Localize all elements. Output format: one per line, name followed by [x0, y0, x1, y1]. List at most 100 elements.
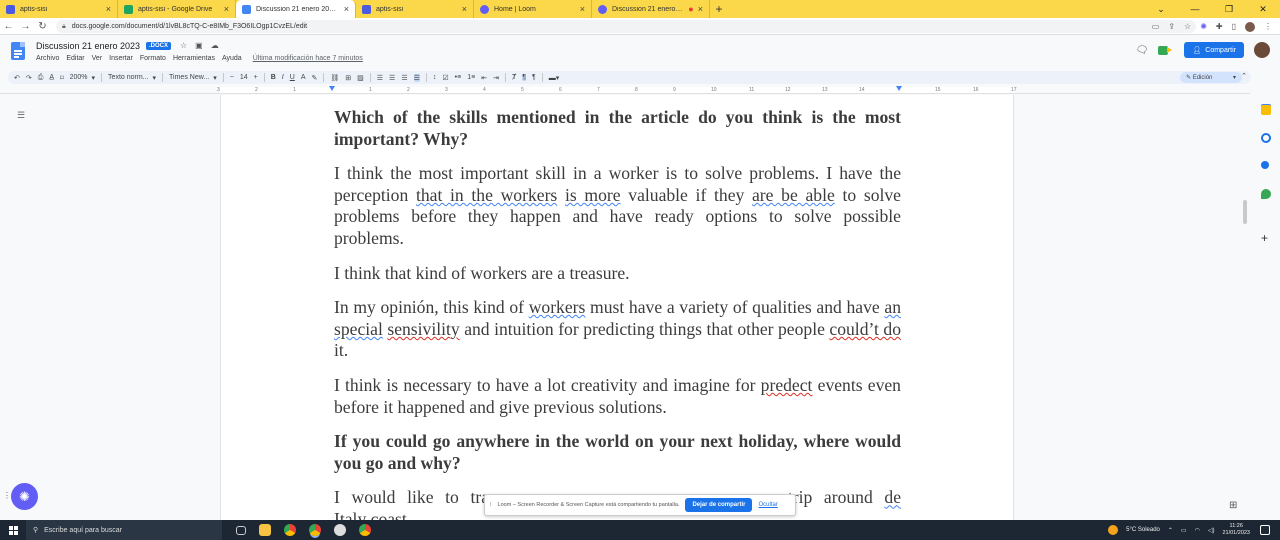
align-justify-icon[interactable]: ☰ [413, 73, 420, 82]
spelling-error[interactable]: could’t do [829, 319, 901, 339]
app-icon[interactable] [334, 524, 346, 536]
decrease-size-icon[interactable]: − [230, 74, 234, 81]
notification-icon[interactable] [1260, 525, 1270, 535]
star-icon[interactable]: ☆ [180, 41, 187, 50]
grammar-suggestion[interactable]: is more [565, 185, 621, 205]
input-tools-icon[interactable]: ▬▾ [549, 74, 560, 82]
checklist-icon[interactable]: ☑ [442, 74, 448, 82]
grammar-suggestion[interactable]: are be able [752, 185, 835, 205]
drag-handle-icon[interactable]: ⁞ [490, 502, 492, 508]
document-page[interactable]: Which of the skills mentioned in the art… [220, 95, 1014, 520]
close-icon[interactable]: × [698, 4, 703, 14]
decrease-indent-icon[interactable]: ⇤ [481, 74, 487, 82]
url-input[interactable]: 🔒︎ docs.google.com/document/d/1lvBL8cTQ-… [56, 20, 1196, 33]
italic-icon[interactable]: I [282, 74, 284, 81]
star-icon[interactable]: ☆ [1184, 22, 1191, 31]
align-right-icon[interactable]: ☰ [401, 74, 407, 82]
spelling-error[interactable]: predect [761, 375, 813, 395]
font-select[interactable]: Times New... ▾ [169, 74, 217, 82]
hide-banner-link[interactable]: Ocultar [758, 502, 777, 508]
spellcheck-icon[interactable]: A̲ [49, 74, 54, 81]
explore-icon[interactable]: ⊞ [1229, 500, 1241, 512]
contacts-icon[interactable] [1261, 161, 1269, 169]
document-outline-icon[interactable]: ☰ [17, 110, 25, 121]
close-icon[interactable]: × [106, 4, 111, 14]
grammar-suggestion[interactable]: that in the workers [416, 185, 557, 205]
profile-avatar[interactable] [1245, 21, 1255, 32]
clock[interactable]: 11:26 21/01/2023 [1222, 523, 1250, 537]
undo-icon[interactable]: ↶ [14, 74, 20, 82]
sidepanel-icon[interactable]: ▯ [1232, 22, 1236, 31]
network-icon[interactable]: ▭ [1181, 527, 1187, 534]
bold-icon[interactable]: B [271, 74, 276, 81]
add-comment-icon[interactable]: ⊞ [345, 74, 351, 82]
menu-editar[interactable]: Editar [66, 55, 84, 62]
extension-icon[interactable]: ✺ [1200, 22, 1207, 31]
print-icon[interactable]: ⎙ [38, 74, 44, 82]
start-button[interactable] [0, 525, 26, 535]
reload-icon[interactable]: ↻ [34, 21, 51, 32]
close-icon[interactable]: × [462, 4, 467, 14]
chevron-down-icon[interactable]: ⌄ [1144, 0, 1178, 18]
document-body[interactable]: Which of the skills mentioned in the art… [334, 107, 901, 520]
menu-ayuda[interactable]: Ayuda [222, 55, 242, 62]
task-view-icon[interactable] [236, 525, 246, 535]
add-addon-icon[interactable]: + [1261, 231, 1268, 245]
new-tab-button[interactable]: + [710, 0, 728, 18]
cast-icon[interactable]: ▭ [1152, 22, 1160, 31]
comment-icon[interactable]: 🗨︎ [1136, 45, 1149, 56]
menu-archivo[interactable]: Archivo [36, 55, 59, 62]
line-spacing-icon[interactable]: ↕ [433, 74, 437, 81]
browser-tab-active[interactable]: Discussion 21 enero 2023.docx × [236, 0, 356, 18]
bulleted-list-icon[interactable]: •≡ [455, 74, 462, 81]
font-size-input[interactable]: 14 [240, 74, 248, 81]
redo-icon[interactable]: ↷ [26, 74, 32, 82]
keep-icon[interactable] [1261, 105, 1271, 115]
browser-tab[interactable]: Home | Loom × [474, 0, 592, 18]
highlight-icon[interactable]: ✎ [311, 74, 317, 82]
more-menu-icon[interactable]: ⋮ [1264, 22, 1272, 31]
close-window-icon[interactable]: ✕ [1246, 0, 1280, 18]
puzzle-icon[interactable]: ✚ [1216, 22, 1223, 31]
cloud-icon[interactable]: ☁ [211, 41, 219, 50]
underline-icon[interactable]: U [290, 74, 295, 81]
meet-icon[interactable] [1158, 45, 1174, 56]
rtl-icon[interactable]: ¶ [532, 74, 536, 81]
text-color-icon[interactable]: A [301, 74, 306, 81]
weather-sun-icon[interactable] [1108, 525, 1119, 535]
maximize-icon[interactable]: ❐ [1212, 0, 1246, 18]
last-edit-link[interactable]: Última modificación hace 7 minutos [253, 55, 363, 62]
browser-tab[interactable]: aptis-sisi × [0, 0, 118, 18]
chrome-icon[interactable] [284, 524, 296, 536]
collapse-menus-icon[interactable]: ⌃ [1241, 72, 1247, 80]
editing-mode-select[interactable]: ✎ Edición ▾ [1180, 72, 1242, 83]
wifi-icon[interactable]: ◠ [1195, 527, 1200, 534]
menu-herramientas[interactable]: Herramientas [173, 55, 215, 62]
avatar[interactable] [1254, 42, 1270, 58]
numbered-list-icon[interactable]: 1≡ [467, 74, 475, 81]
back-arrow-icon[interactable]: ← [0, 21, 17, 32]
minimize-icon[interactable]: — [1178, 0, 1212, 18]
clear-formatting-icon[interactable]: Ⱦ [512, 74, 516, 81]
align-center-icon[interactable]: ☰ [389, 74, 395, 82]
docs-logo-icon[interactable] [11, 42, 25, 60]
loom-extension-icon[interactable]: ✺ [11, 483, 38, 510]
ltr-icon[interactable]: ¶ [522, 74, 526, 81]
weather-text[interactable]: 5°C Soleado [1126, 527, 1160, 533]
right-indent-marker[interactable] [896, 86, 902, 91]
close-icon[interactable]: × [344, 4, 349, 14]
taskbar-search-input[interactable]: ⚲ Escribe aquí para buscar [26, 520, 222, 540]
increase-size-icon[interactable]: + [254, 74, 258, 81]
spelling-error[interactable]: sensivility [387, 319, 459, 339]
scrollbar[interactable] [1243, 200, 1247, 224]
paint-format-icon[interactable]: ⌑ [60, 74, 64, 82]
grammar-suggestion[interactable]: de [884, 487, 901, 507]
stop-sharing-button[interactable]: Dejar de compartir [685, 498, 753, 512]
browser-tab[interactable]: aptis-sisi × [356, 0, 474, 18]
chrome-active-icon[interactable] [309, 524, 321, 536]
close-icon[interactable]: × [224, 4, 229, 14]
tasks-icon[interactable] [1261, 133, 1271, 143]
close-icon[interactable]: × [580, 4, 585, 14]
image-icon[interactable]: ▨ [357, 74, 364, 82]
style-select[interactable]: Texto norm... ▾ [108, 74, 156, 82]
